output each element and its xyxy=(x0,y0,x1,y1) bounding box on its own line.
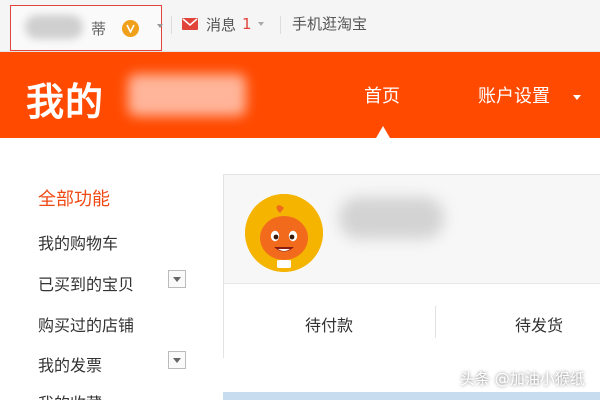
sidebar-item-cart[interactable]: 我的购物车 xyxy=(38,230,118,254)
divider xyxy=(280,16,281,34)
profile-card: 待付款 待发货 xyxy=(223,174,600,359)
orders-pending-payment[interactable]: 待付款 xyxy=(305,312,353,336)
chevron-down-icon xyxy=(257,22,264,26)
sidebar-item-invoices[interactable]: 我的发票 xyxy=(38,352,102,376)
order-status-row: 待付款 待发货 xyxy=(224,283,600,359)
chevron-down-icon xyxy=(573,95,581,100)
user-menu[interactable]: 蒂 xyxy=(10,5,163,51)
expand-toggle-icon[interactable] xyxy=(168,351,186,369)
username-blurred xyxy=(25,15,83,39)
vip-badge-icon xyxy=(122,20,139,37)
messages-count: 1 xyxy=(242,15,252,33)
username-suffix: 蒂 xyxy=(91,20,107,38)
divider xyxy=(171,16,172,34)
mascot-avatar[interactable] xyxy=(245,194,323,272)
messages-label: 消息 xyxy=(206,15,237,34)
active-nav-indicator xyxy=(376,126,390,138)
watermark: 头条 @加油小猴纸 xyxy=(460,370,585,388)
messages-link[interactable]: 消息 1 xyxy=(182,12,264,36)
mobile-taobao-link[interactable]: 手机逛淘宝 xyxy=(292,13,367,34)
sidebar-item-visited-shops[interactable]: 购买过的店铺 xyxy=(38,312,134,336)
sidebar-item-favorites[interactable]: 我的收藏 xyxy=(38,390,102,400)
nav-home[interactable]: 首页 xyxy=(364,82,400,108)
orders-pending-shipment[interactable]: 待发货 xyxy=(515,312,563,336)
sidebar-item-all-functions[interactable]: 全部功能 xyxy=(38,185,110,211)
banner-strip xyxy=(223,392,600,400)
nav-account-settings[interactable]: 账户设置 xyxy=(478,82,550,108)
brand-title: 我的 xyxy=(26,80,105,124)
header: 我的 首页 账户设置 xyxy=(0,52,600,138)
chevron-down-icon xyxy=(157,24,163,28)
divider xyxy=(435,306,436,338)
sidebar-item-purchased[interactable]: 已买到的宝贝 xyxy=(38,271,134,295)
profile-name-blurred xyxy=(339,197,444,239)
sidebar: 全部功能 我的购物车 已买到的宝贝 购买过的店铺 我的发票 我的收藏 xyxy=(0,138,200,400)
brand-blurred xyxy=(128,74,246,116)
top-bar: 蒂 消息 1 手机逛淘宝 xyxy=(0,0,600,52)
mail-icon xyxy=(182,18,198,30)
expand-toggle-icon[interactable] xyxy=(168,270,186,288)
